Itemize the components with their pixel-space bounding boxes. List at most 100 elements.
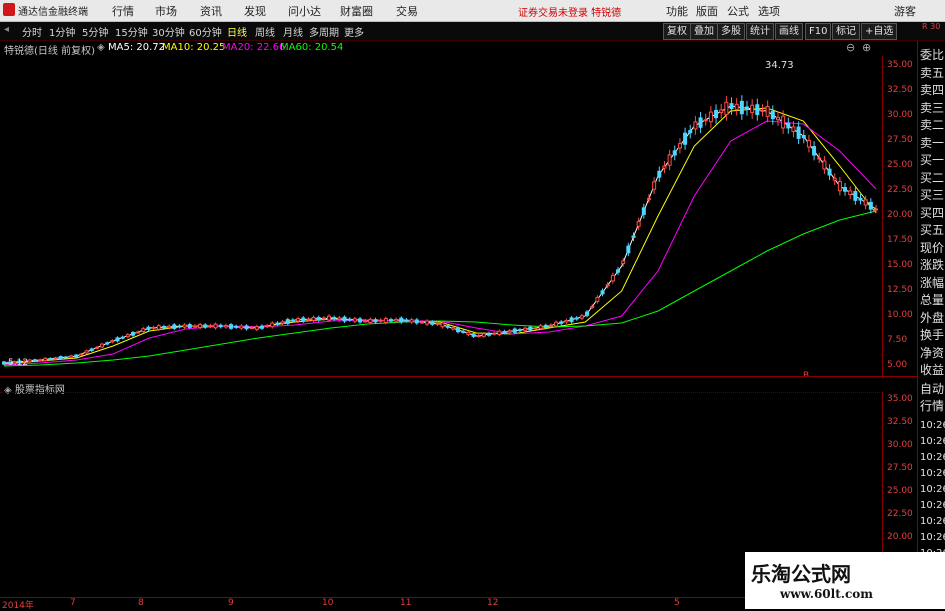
login-guest[interactable]: 游客 — [894, 3, 916, 19]
candle-body — [430, 321, 435, 325]
period-weekly[interactable]: 周线 — [255, 24, 275, 39]
candle-body — [672, 150, 677, 156]
panel-label[interactable]: 现价 — [920, 241, 944, 256]
add-watchlist-button[interactable]: +自选 — [861, 23, 898, 40]
candle-body — [146, 326, 151, 330]
candle-body — [234, 325, 239, 328]
candle-body — [321, 317, 326, 320]
menu-news[interactable]: 资讯 — [200, 3, 222, 19]
panel-label[interactable]: 总量 — [920, 293, 944, 308]
candle-body — [388, 319, 393, 322]
panel-label[interactable]: 外盘 — [920, 311, 944, 326]
candle-body — [450, 327, 455, 330]
menu-function[interactable]: 功能 — [666, 3, 688, 19]
menu-layout[interactable]: 版面 — [696, 3, 718, 19]
candle-body — [708, 111, 713, 123]
panel-label[interactable]: 卖五 — [920, 66, 944, 81]
candle-body — [229, 324, 234, 329]
period-15min[interactable]: 15分钟 — [115, 24, 148, 39]
panel-label[interactable]: 委比 — [920, 48, 944, 63]
series-line-ma60 — [3, 210, 877, 367]
draw-button[interactable]: 画线 — [775, 23, 803, 40]
zoom-in-icon[interactable]: ⊕ — [862, 41, 871, 54]
candle-body — [646, 197, 651, 200]
f10-button[interactable]: F10 — [805, 23, 832, 40]
high-price-label: 34.73 — [765, 60, 794, 71]
price-tick: 17.50 — [887, 235, 913, 245]
settings-icon[interactable]: ◈ — [97, 42, 105, 53]
candle-body — [775, 116, 780, 121]
panel-label[interactable]: 涨跌 — [920, 258, 944, 273]
candle-body — [373, 319, 378, 323]
candle-body — [698, 117, 703, 128]
candle-body — [177, 325, 182, 328]
period-30min[interactable]: 30分钟 — [152, 24, 185, 39]
kline-chart[interactable]: 34.73 5.12 B — [0, 56, 882, 376]
panel-label[interactable]: 买二 — [920, 171, 944, 186]
candle-body — [714, 109, 719, 119]
period-multi[interactable]: 多周期 — [309, 24, 339, 39]
overlay-button[interactable]: 叠加 — [690, 23, 718, 40]
panel-label[interactable]: 买一 — [920, 153, 944, 168]
candle-body — [399, 317, 404, 323]
candle-body — [487, 332, 492, 336]
period-more[interactable]: 更多 — [344, 24, 364, 39]
candle-body — [63, 356, 68, 359]
candle-body — [327, 315, 332, 321]
period-minute[interactable]: 分时 — [22, 24, 42, 39]
date-tick: 5 — [674, 598, 680, 608]
panel-label[interactable]: 买四 — [920, 206, 944, 221]
price-tick: 25.00 — [887, 160, 913, 170]
candle-body — [543, 324, 548, 329]
menu-options[interactable]: 选项 — [758, 3, 780, 19]
panel-label[interactable]: 换手 — [920, 328, 944, 343]
candle-body — [79, 353, 84, 356]
menu-quotes[interactable]: 行情 — [112, 3, 134, 19]
panel-label[interactable]: 卖二 — [920, 118, 944, 133]
period-daily[interactable]: 日线 — [227, 24, 247, 39]
candle-body — [156, 325, 161, 330]
candle-body — [425, 320, 430, 325]
adjust-button[interactable]: 复权 — [663, 23, 691, 40]
candle-body — [564, 319, 569, 323]
login-notice[interactable]: 证券交易未登录 特锐德 — [518, 4, 621, 19]
panel-label[interactable]: 买五 — [920, 223, 944, 238]
candle-body — [874, 208, 878, 211]
period-monthly[interactable]: 月线 — [283, 24, 303, 39]
candle-body — [409, 319, 414, 323]
menu-wealth-circle[interactable]: 财富圈 — [340, 3, 373, 19]
menu-market[interactable]: 市场 — [155, 3, 177, 19]
panel-label[interactable]: 自动 — [920, 382, 944, 397]
menu-discover[interactable]: 发现 — [244, 3, 266, 19]
panel-label[interactable]: 卖一 — [920, 136, 944, 151]
period-60min[interactable]: 60分钟 — [189, 24, 222, 39]
panel-label[interactable]: 涨幅 — [920, 276, 944, 291]
panel-time: 10:26 — [920, 468, 945, 479]
candle-body — [161, 325, 166, 329]
candle-body — [125, 334, 130, 338]
menu-formula[interactable]: 公式 — [727, 3, 749, 19]
panel-label[interactable]: 卖三 — [920, 101, 944, 116]
panel-label[interactable]: 买三 — [920, 188, 944, 203]
menu-trade[interactable]: 交易 — [396, 3, 418, 19]
toolbar-left-arrow-icon[interactable]: ◂ — [4, 24, 9, 35]
period-1min[interactable]: 1分钟 — [49, 24, 75, 39]
panel-label[interactable]: 行情 — [920, 399, 944, 414]
multi-stock-button[interactable]: 多股 — [717, 23, 745, 40]
ma20-value: MA20: 22.66 — [222, 42, 286, 53]
menu-ask[interactable]: 问小达 — [288, 3, 321, 19]
panel-label[interactable]: 收益 — [920, 363, 944, 378]
period-5min[interactable]: 5分钟 — [82, 24, 108, 39]
stock-title: 特锐德(日线 前复权) — [4, 46, 95, 57]
panel-label[interactable]: 净资 — [920, 346, 944, 361]
zoom-out-icon[interactable]: ⊖ — [846, 41, 855, 54]
indicator-tick: 25.00 — [887, 486, 913, 496]
candle-body — [590, 306, 595, 309]
mark-button[interactable]: 标记 — [832, 23, 860, 40]
pane-divider[interactable] — [0, 376, 917, 377]
candle-body — [796, 126, 801, 139]
stats-button[interactable]: 统计 — [746, 23, 774, 40]
panel-label[interactable]: 卖四 — [920, 83, 944, 98]
candle-body — [378, 319, 383, 322]
ma-lines — [2, 95, 878, 367]
